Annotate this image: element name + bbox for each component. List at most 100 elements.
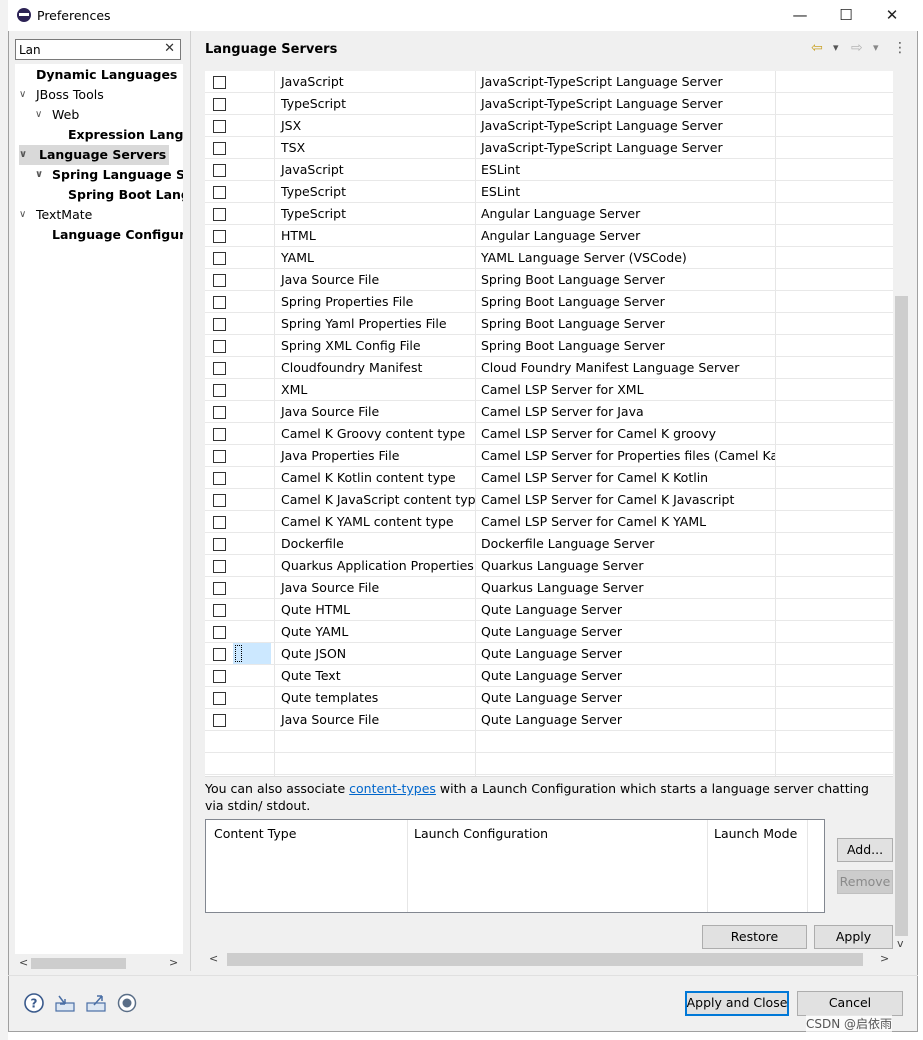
enable-checkbox[interactable] xyxy=(213,208,226,221)
view-menu-icon[interactable]: ⋮ xyxy=(893,40,907,56)
focused-cell[interactable] xyxy=(233,643,271,664)
tree-item[interactable]: ∨ JBoss Tools xyxy=(19,85,104,105)
tree-expand-chevron-icon[interactable]: ∨ xyxy=(35,165,43,185)
tree-item[interactable]: ∨ TextMate xyxy=(19,205,92,225)
table-row[interactable]: Spring Yaml Properties File Spring Boot L… xyxy=(205,313,893,335)
filter-search-input[interactable] xyxy=(19,42,159,57)
enable-checkbox[interactable] xyxy=(213,516,226,529)
table-row[interactable]: Camel K Groovy content type Camel LSP Ser… xyxy=(205,423,893,445)
launch-configuration-table[interactable]: Content Type Launch Configuration Launch… xyxy=(205,819,825,913)
enable-checkbox[interactable] xyxy=(213,582,226,595)
enable-checkbox[interactable] xyxy=(213,142,226,155)
maximize-button[interactable]: ☐ xyxy=(824,4,868,26)
remove-button[interactable]: Remove xyxy=(837,870,893,894)
table-row[interactable]: YAML YAML Language Server (VSCode) xyxy=(205,247,893,269)
table-row[interactable]: Camel K YAML content type Camel LSP Serve… xyxy=(205,511,893,533)
table-row[interactable]: Qute YAML Qute Language Server xyxy=(205,621,893,643)
help-icon[interactable]: ? xyxy=(23,992,45,1014)
table-row[interactable]: Camel K JavaScript content type Camel LSP… xyxy=(205,489,893,511)
tree-scroll-thumb[interactable] xyxy=(31,958,126,969)
tree-item[interactable]: ∨ Spring Language Serv xyxy=(35,165,183,185)
table-row[interactable]: Qute Text Qute Language Server xyxy=(205,665,893,687)
table-row[interactable]: Qute JSON Qute Language Server xyxy=(205,643,893,665)
enable-checkbox[interactable] xyxy=(213,648,226,661)
record-icon[interactable] xyxy=(116,992,138,1014)
enable-checkbox[interactable] xyxy=(213,340,226,353)
tree-horizontal-scrollbar[interactable]: < > xyxy=(15,955,183,972)
enable-checkbox[interactable] xyxy=(213,230,226,243)
table-row[interactable]: Java Properties File Camel LSP Server for… xyxy=(205,445,893,467)
table-row[interactable]: Spring XML Config File Spring Boot Langua… xyxy=(205,335,893,357)
tree-item[interactable]: Expression Langua xyxy=(51,125,183,145)
apply-and-close-button[interactable]: Apply and Close xyxy=(685,991,789,1016)
tree-item[interactable]: Spring Boot Langu xyxy=(51,185,183,205)
forward-arrow-icon[interactable]: ⇨ xyxy=(851,40,863,56)
enable-checkbox[interactable] xyxy=(213,670,226,683)
enable-checkbox[interactable] xyxy=(213,494,226,507)
tree-item[interactable]: ∨ Web xyxy=(35,105,79,125)
close-button[interactable]: ✕ xyxy=(870,4,914,26)
enable-checkbox[interactable] xyxy=(213,318,226,331)
import-icon[interactable] xyxy=(54,992,76,1014)
tree-expand-chevron-icon[interactable]: ∨ xyxy=(19,145,27,165)
table-vertical-scrollbar[interactable]: v xyxy=(893,71,910,951)
enable-checkbox[interactable] xyxy=(213,626,226,639)
enable-checkbox[interactable] xyxy=(213,472,226,485)
enable-checkbox[interactable] xyxy=(213,384,226,397)
scroll-left-arrow-icon[interactable]: < xyxy=(19,956,28,969)
enable-checkbox[interactable] xyxy=(213,560,226,573)
enable-checkbox[interactable] xyxy=(213,98,226,111)
cancel-button[interactable]: Cancel xyxy=(797,991,903,1016)
table-row[interactable]: Java Source File Qute Language Server xyxy=(205,709,893,731)
table-row[interactable]: TypeScript Angular Language Server xyxy=(205,203,893,225)
back-arrow-icon[interactable]: ⇦ xyxy=(811,40,823,56)
scroll-right-arrow-icon[interactable]: > xyxy=(169,956,178,969)
back-dropdown-icon[interactable]: ▾ xyxy=(833,41,839,54)
page-scroll-left-icon[interactable]: < xyxy=(209,952,218,965)
table-row[interactable]: JavaScript JavaScript-TypeScript Language… xyxy=(205,71,893,93)
add-button[interactable]: Add... xyxy=(837,838,893,862)
enable-checkbox[interactable] xyxy=(213,692,226,705)
page-hscroll-thumb[interactable] xyxy=(227,953,863,966)
content-types-link[interactable]: content-types xyxy=(349,781,436,796)
enable-checkbox[interactable] xyxy=(213,296,226,309)
clear-search-icon[interactable]: ✕ xyxy=(164,41,175,56)
tree-expand-chevron-icon[interactable]: ∨ xyxy=(19,85,26,105)
enable-checkbox[interactable] xyxy=(213,538,226,551)
tree-item[interactable]: Dynamic Languages xyxy=(19,65,177,85)
table-row[interactable]: JSX JavaScript-TypeScript Language Server xyxy=(205,115,893,137)
tree-item[interactable]: ∨ Language Servers xyxy=(19,145,170,165)
enable-checkbox[interactable] xyxy=(213,362,226,375)
table-row[interactable]: Cloudfoundry Manifest Cloud Foundry Manif… xyxy=(205,357,893,379)
page-horizontal-scrollbar[interactable]: < > xyxy=(205,951,893,968)
table-row[interactable]: TSX JavaScript-TypeScript Language Server xyxy=(205,137,893,159)
table-vscroll-thumb[interactable] xyxy=(895,296,908,936)
tree-expand-chevron-icon[interactable]: ∨ xyxy=(19,205,26,225)
enable-checkbox[interactable] xyxy=(213,274,226,287)
enable-checkbox[interactable] xyxy=(213,120,226,133)
enable-checkbox[interactable] xyxy=(213,252,226,265)
enable-checkbox[interactable] xyxy=(213,164,226,177)
enable-checkbox[interactable] xyxy=(213,450,226,463)
restore-defaults-button[interactable]: Restore Defaults xyxy=(702,925,807,966)
col-header-launch-mode[interactable]: Launch Mode xyxy=(714,826,797,841)
enable-checkbox[interactable] xyxy=(213,76,226,89)
table-row[interactable]: Dockerfile Dockerfile Language Server xyxy=(205,533,893,555)
export-icon[interactable] xyxy=(85,992,107,1014)
tree-item[interactable]: Language Configurat xyxy=(35,225,183,245)
enable-checkbox[interactable] xyxy=(213,714,226,727)
table-row[interactable]: Quarkus Application Properties Quarkus La… xyxy=(205,555,893,577)
enable-checkbox[interactable] xyxy=(213,428,226,441)
scroll-down-arrow-icon[interactable]: v xyxy=(897,937,904,950)
table-row[interactable]: Java Source File Spring Boot Language Ser… xyxy=(205,269,893,291)
panel-divider[interactable] xyxy=(190,31,191,971)
table-row[interactable]: TypeScript JavaScript-TypeScript Language… xyxy=(205,93,893,115)
apply-button[interactable]: Apply xyxy=(814,925,893,949)
col-header-launch-configuration[interactable]: Launch Configuration xyxy=(414,826,548,841)
table-row[interactable]: Qute templates Qute Language Server xyxy=(205,687,893,709)
enable-checkbox[interactable] xyxy=(213,406,226,419)
enable-checkbox[interactable] xyxy=(213,604,226,617)
tree-expand-chevron-icon[interactable]: ∨ xyxy=(35,105,42,125)
enable-checkbox[interactable] xyxy=(213,186,226,199)
table-row[interactable]: JavaScript ESLint xyxy=(205,159,893,181)
